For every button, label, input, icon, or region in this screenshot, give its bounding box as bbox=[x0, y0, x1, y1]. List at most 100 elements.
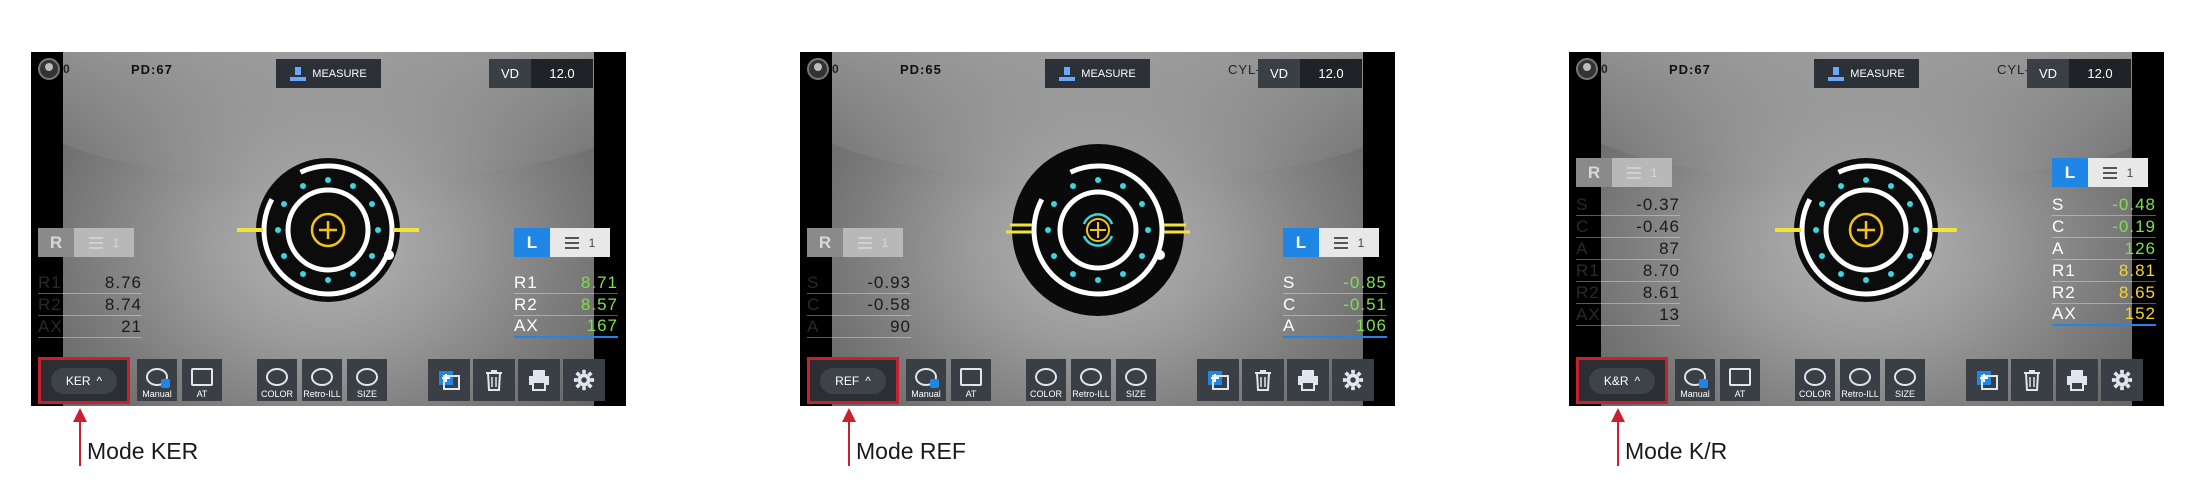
measurement-list-button[interactable]: 1 bbox=[550, 228, 610, 257]
reading-row: S -0.37 bbox=[1576, 194, 1680, 216]
size-button[interactable]: SIZE bbox=[347, 359, 387, 401]
mode-label: K&R bbox=[1603, 373, 1629, 388]
manual-label: Manual bbox=[1680, 389, 1710, 399]
measurement-list-button[interactable]: 1 bbox=[843, 228, 903, 257]
list-count: 1 bbox=[1650, 165, 1658, 180]
user-icon[interactable] bbox=[807, 58, 829, 80]
right-eye-tab[interactable]: R 1 bbox=[807, 228, 903, 257]
manual-button[interactable]: Manual bbox=[137, 359, 177, 401]
pd-readout: PD:67 bbox=[131, 62, 173, 77]
mode-button[interactable]: REF ^ bbox=[807, 357, 899, 404]
mode-pill: REF ^ bbox=[820, 367, 886, 394]
settings-button[interactable] bbox=[2101, 359, 2143, 401]
user-number: 0 bbox=[1601, 62, 1608, 76]
gear-icon bbox=[2111, 369, 2133, 391]
retro-ill-button[interactable]: Retro-ILL bbox=[302, 359, 342, 401]
reading-value: 13 bbox=[1659, 304, 1680, 324]
eye-letter: R bbox=[38, 228, 74, 257]
eye-icon bbox=[1035, 368, 1057, 386]
measurement-list-button[interactable]: 1 bbox=[1612, 158, 1672, 187]
size-button[interactable]: SIZE bbox=[1885, 359, 1925, 401]
vd-control[interactable]: VD 12.0 bbox=[2027, 59, 2131, 88]
reading-value: -0.58 bbox=[867, 294, 911, 314]
add-button[interactable] bbox=[1966, 359, 2008, 401]
reading-row: R2 8.61 bbox=[1576, 282, 1680, 304]
reading-key: C bbox=[807, 294, 821, 314]
reading-row: C -0.46 bbox=[1576, 216, 1680, 238]
left-eye-tab[interactable]: L 1 bbox=[2052, 158, 2148, 187]
panel-ker: 0 PD:67 MEASURE VD 12.0 R 1 R1 8.76 R2 8.7… bbox=[31, 52, 626, 406]
vd-label: VD bbox=[489, 59, 531, 88]
eye-letter: R bbox=[807, 228, 843, 257]
annotation-arrow bbox=[1611, 408, 1625, 466]
list-icon bbox=[564, 236, 579, 249]
gear-icon bbox=[573, 369, 595, 391]
mode-button[interactable]: KER ^ bbox=[38, 357, 130, 404]
download-icon bbox=[1059, 66, 1076, 81]
retro-ill-button[interactable]: Retro-ILL bbox=[1071, 359, 1111, 401]
settings-button[interactable] bbox=[563, 359, 605, 401]
vd-value: 12.0 bbox=[1300, 59, 1362, 88]
color-button[interactable]: COLOR bbox=[257, 359, 297, 401]
measure-button[interactable]: MEASURE bbox=[1045, 59, 1150, 88]
print-button[interactable] bbox=[1287, 359, 1329, 401]
delete-button[interactable] bbox=[473, 359, 515, 401]
manual-button[interactable]: Manual bbox=[906, 359, 946, 401]
delete-button[interactable] bbox=[2011, 359, 2053, 401]
reading-key: R2 bbox=[514, 294, 538, 314]
reading-value: 106 bbox=[1355, 316, 1387, 335]
measurement-list-button[interactable]: 1 bbox=[74, 228, 134, 257]
vd-control[interactable]: VD 12.0 bbox=[489, 59, 593, 88]
add-button[interactable] bbox=[428, 359, 470, 401]
reading-key: A bbox=[807, 316, 820, 336]
at-button[interactable]: AT bbox=[951, 359, 991, 401]
print-button[interactable] bbox=[2056, 359, 2098, 401]
retro-ill-button[interactable]: Retro-ILL bbox=[1840, 359, 1880, 401]
pd-readout: PD:67 bbox=[1669, 62, 1711, 77]
retro-ill-icon bbox=[1849, 368, 1871, 386]
print-button[interactable] bbox=[518, 359, 560, 401]
add-button[interactable] bbox=[1197, 359, 1239, 401]
measurement-list-button[interactable]: 1 bbox=[2088, 158, 2148, 187]
left-eye-tab[interactable]: L 1 bbox=[514, 228, 610, 257]
mode-button[interactable]: K&R ^ bbox=[1576, 357, 1668, 404]
left-eye-tab[interactable]: L 1 bbox=[1283, 228, 1379, 257]
settings-button[interactable] bbox=[1332, 359, 1374, 401]
at-label: AT bbox=[965, 389, 977, 399]
right-eye-tab[interactable]: R 1 bbox=[38, 228, 134, 257]
reading-key: AX bbox=[1576, 304, 1601, 324]
right-eye-readings: S -0.37 C -0.46 A 87 R1 8.70 R2 8.61 AX 13 bbox=[1576, 194, 1680, 326]
eye-letter: L bbox=[1283, 228, 1319, 257]
user-icon[interactable] bbox=[38, 58, 60, 80]
bottom-toolbar: K&R ^ Manual AT COLOR Retro-ILL SIZE bbox=[1569, 354, 2164, 406]
delete-button[interactable] bbox=[1242, 359, 1284, 401]
manual-label: Manual bbox=[142, 389, 172, 399]
add-icon bbox=[439, 371, 460, 390]
vd-control[interactable]: VD 12.0 bbox=[1258, 59, 1362, 88]
reading-value: -0.19 bbox=[2112, 216, 2156, 236]
manual-button[interactable]: Manual bbox=[1675, 359, 1715, 401]
top-bar: 0 PD:65 MEASURE CYL– VD 12.0 bbox=[800, 52, 1395, 94]
measure-button[interactable]: MEASURE bbox=[1814, 59, 1919, 88]
at-button[interactable]: AT bbox=[182, 359, 222, 401]
reading-value: 8.61 bbox=[1642, 282, 1680, 302]
size-button[interactable]: SIZE bbox=[1116, 359, 1156, 401]
color-button[interactable]: COLOR bbox=[1795, 359, 1835, 401]
measure-button[interactable]: MEASURE bbox=[276, 59, 381, 88]
size-label: SIZE bbox=[356, 389, 377, 399]
reading-value: -0.37 bbox=[1636, 194, 1680, 214]
reading-row: A 106 bbox=[1283, 316, 1387, 338]
reading-row: R2 8.74 bbox=[38, 294, 142, 316]
top-bar: 0 PD:67 MEASURE VD 12.0 bbox=[31, 52, 626, 94]
at-button[interactable]: AT bbox=[1720, 359, 1760, 401]
annotation-arrow bbox=[73, 408, 87, 466]
reading-row: R2 8.57 bbox=[514, 294, 618, 316]
at-icon bbox=[960, 368, 982, 386]
right-eye-tab[interactable]: R 1 bbox=[1576, 158, 1672, 187]
caption-kr: Mode K/R bbox=[1625, 438, 1728, 464]
color-button[interactable]: COLOR bbox=[1026, 359, 1066, 401]
user-icon[interactable] bbox=[1576, 58, 1598, 80]
reading-row: AX 167 bbox=[514, 316, 618, 338]
measurement-list-button[interactable]: 1 bbox=[1319, 228, 1379, 257]
add-icon bbox=[1977, 371, 1998, 390]
